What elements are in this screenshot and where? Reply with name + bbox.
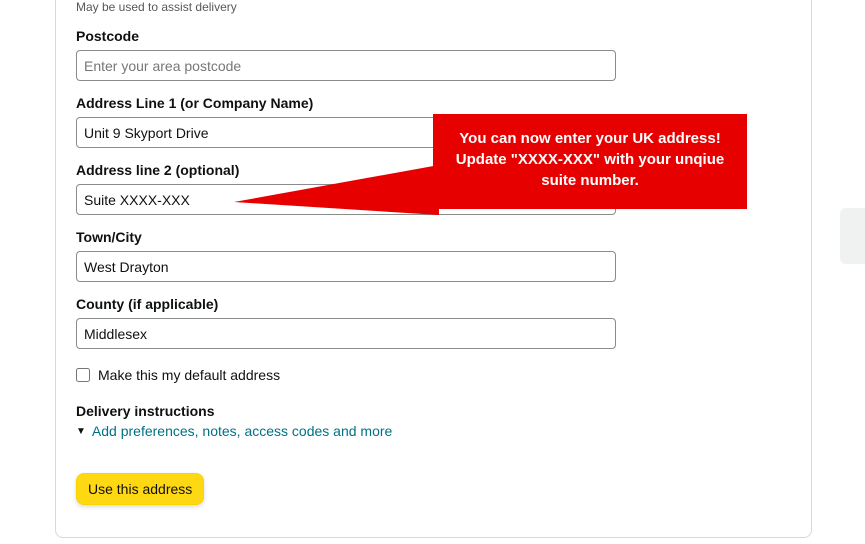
delivery-instructions-heading: Delivery instructions bbox=[76, 403, 616, 419]
callout-line-2: Update "XXXX-XXX" with your unqiue bbox=[447, 149, 733, 170]
prefs-link-row[interactable]: ▼ Add preferences, notes, access codes a… bbox=[76, 423, 616, 439]
address-form-card: May be used to assist delivery Postcode … bbox=[55, 0, 812, 538]
postcode-input[interactable] bbox=[76, 50, 616, 81]
add-preferences-link[interactable]: Add preferences, notes, access codes and… bbox=[92, 423, 392, 439]
default-address-checkbox[interactable] bbox=[76, 368, 90, 382]
city-input[interactable] bbox=[76, 251, 616, 282]
city-label: Town/City bbox=[76, 229, 616, 245]
postcode-group: Postcode bbox=[76, 28, 616, 81]
form-inner: May be used to assist delivery Postcode … bbox=[76, 0, 616, 505]
default-address-label: Make this my default address bbox=[98, 367, 280, 383]
default-address-row: Make this my default address bbox=[76, 367, 616, 383]
address1-label: Address Line 1 (or Company Name) bbox=[76, 95, 616, 111]
instruction-callout: You can now enter your UK address! Updat… bbox=[433, 114, 747, 209]
county-input[interactable] bbox=[76, 318, 616, 349]
postcode-label: Postcode bbox=[76, 28, 616, 44]
use-this-address-button[interactable]: Use this address bbox=[76, 473, 204, 505]
side-panel-strip bbox=[840, 208, 865, 264]
phone-hint-text: May be used to assist delivery bbox=[76, 0, 616, 14]
callout-line-1: You can now enter your UK address! bbox=[447, 128, 733, 149]
county-group: County (if applicable) bbox=[76, 296, 616, 349]
city-group: Town/City bbox=[76, 229, 616, 282]
county-label: County (if applicable) bbox=[76, 296, 616, 312]
callout-line-3: suite number. bbox=[447, 170, 733, 191]
chevron-down-icon: ▼ bbox=[76, 426, 86, 437]
